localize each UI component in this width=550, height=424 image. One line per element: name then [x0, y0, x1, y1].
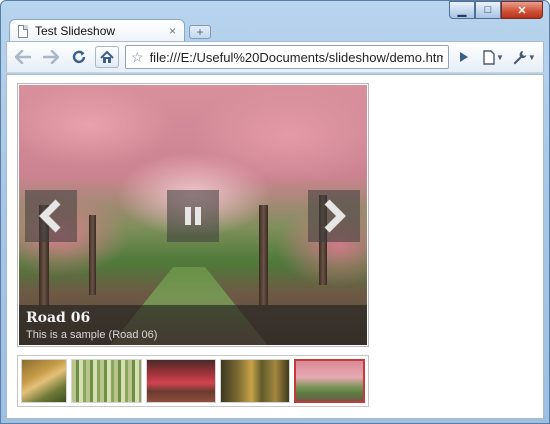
reload-icon — [72, 50, 86, 64]
tab-title: Test Slideshow — [35, 24, 116, 38]
new-tab-button[interactable]: + — [189, 25, 211, 39]
tab-strip: Test Slideshow × + — [9, 18, 211, 42]
next-slide-button[interactable] — [308, 190, 360, 242]
address-bar[interactable]: ☆ file:///E:/Useful%20Documents/slidesho… — [125, 45, 449, 69]
forward-button[interactable] — [39, 45, 63, 69]
caption-title: Road 06 — [26, 310, 91, 326]
forward-arrow-icon — [43, 50, 59, 64]
minimize-button[interactable]: ▁ — [449, 1, 475, 19]
tree-trunk — [259, 205, 268, 305]
thumbnail[interactable] — [21, 359, 68, 403]
previous-slide-button[interactable] — [25, 190, 77, 242]
home-icon — [100, 50, 114, 63]
maximize-button[interactable]: □ — [475, 1, 501, 19]
tab-close-icon[interactable]: × — [169, 24, 176, 38]
play-arrow-icon — [460, 52, 468, 62]
thumbnail-selected[interactable] — [294, 359, 366, 403]
page-icon — [18, 24, 28, 38]
slideshow: Road 06 This is a sample (Road 06) — [17, 83, 369, 347]
thumbnail[interactable] — [220, 359, 291, 403]
go-button[interactable] — [453, 46, 475, 68]
chevron-down-icon: ▼ — [496, 52, 504, 62]
pause-button[interactable] — [167, 190, 219, 242]
star-icon[interactable]: ☆ — [131, 49, 144, 66]
page-menu-icon — [483, 49, 495, 65]
slide-image: Road 06 This is a sample (Road 06) — [19, 85, 367, 345]
caption-description: This is a sample (Road 06) — [26, 329, 158, 341]
thumbnail[interactable] — [71, 359, 142, 403]
tab-test-slideshow[interactable]: Test Slideshow × — [9, 19, 185, 42]
browser-window: ▁ □ ✕ Test Slideshow × + ☆ file:///E:/Us… — [0, 0, 550, 424]
tools-menu-button[interactable]: ▼ — [512, 46, 536, 68]
back-button[interactable] — [11, 45, 35, 69]
page-content: Road 06 This is a sample (Road 06) — [6, 74, 544, 419]
thumbnail-strip — [17, 355, 369, 407]
pause-icon — [185, 207, 201, 225]
home-button[interactable] — [95, 46, 119, 68]
url-text[interactable]: file:///E:/Useful%20Documents/slideshow/… — [150, 50, 443, 65]
tree-trunk — [89, 215, 96, 295]
browser-toolbar: ☆ file:///E:/Useful%20Documents/slidesho… — [6, 41, 544, 73]
slide-caption: Road 06 This is a sample (Road 06) — [19, 305, 367, 345]
close-window-button[interactable]: ✕ — [501, 1, 543, 19]
chevron-down-icon: ▼ — [527, 52, 536, 62]
reload-button[interactable] — [67, 45, 91, 69]
window-controls: ▁ □ ✕ — [449, 1, 543, 21]
wrench-icon — [513, 50, 527, 64]
back-arrow-icon — [15, 50, 31, 64]
thumbnail[interactable] — [145, 359, 216, 403]
prev-arrow-icon — [39, 199, 61, 233]
next-arrow-icon — [324, 199, 346, 233]
page-menu-button[interactable]: ▼ — [483, 46, 504, 68]
